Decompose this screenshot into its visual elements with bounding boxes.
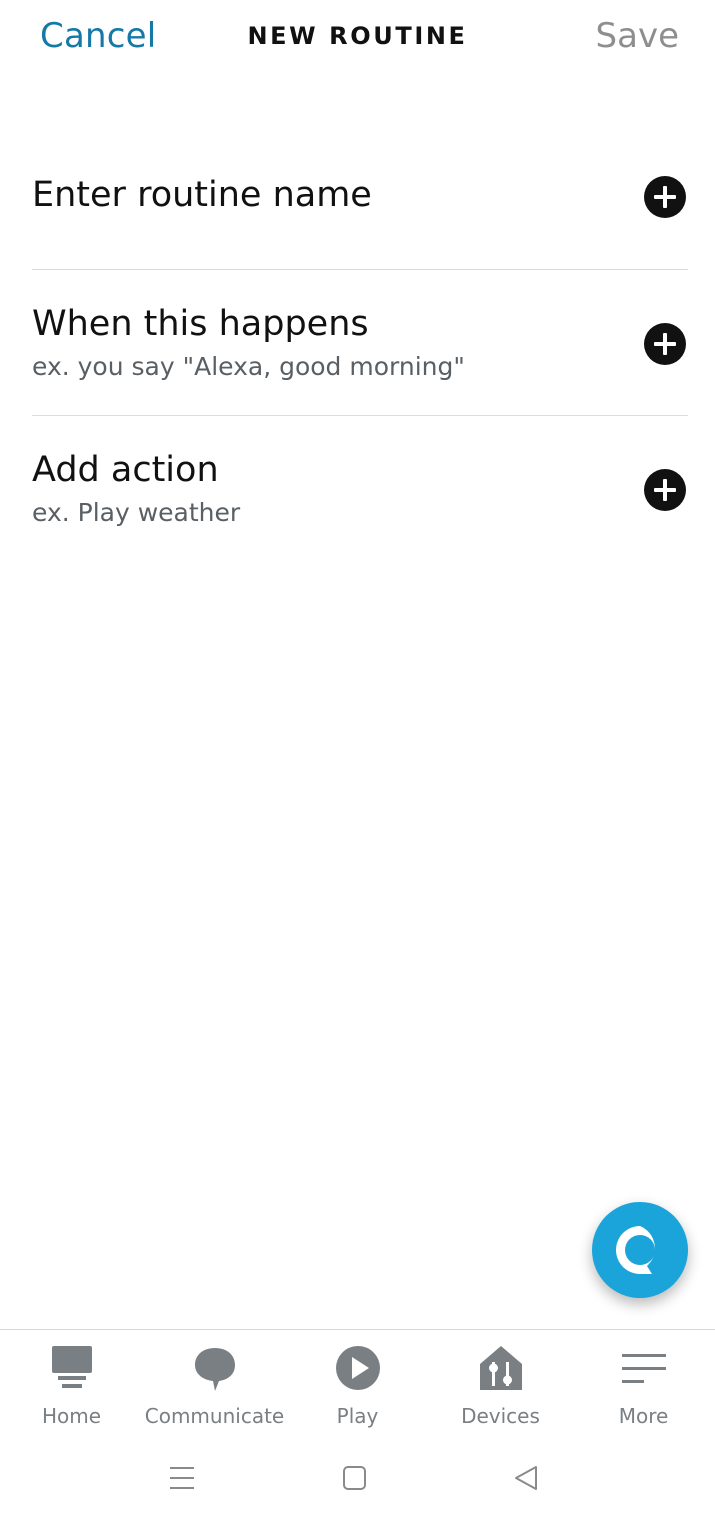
- add-action-plus-icon[interactable]: [644, 469, 686, 511]
- add-routine-name-plus-icon[interactable]: [644, 176, 686, 218]
- speech-bubble-icon: [194, 1348, 235, 1391]
- home-square-icon[interactable]: [334, 1461, 374, 1495]
- action-row[interactable]: Add action ex. Play weather: [32, 453, 688, 533]
- routine-name-label: Enter routine name: [32, 175, 372, 215]
- nav-play-label: Play: [336, 1404, 379, 1428]
- system-navigation-bar: [0, 1445, 715, 1521]
- nav-communicate[interactable]: Communicate: [143, 1330, 286, 1430]
- play-icon: [335, 1346, 380, 1390]
- alexa-button[interactable]: [592, 1202, 688, 1298]
- devices-house-icon: [479, 1346, 522, 1390]
- new-routine-screen: Cancel NEW ROUTINE Save Enter routine na…: [0, 0, 715, 1521]
- save-button[interactable]: Save: [596, 16, 679, 56]
- top-bar: Cancel NEW ROUTINE Save: [0, 0, 715, 80]
- trigger-hint: ex. you say "Alexa, good morning": [32, 352, 465, 381]
- nav-more[interactable]: More: [572, 1330, 715, 1430]
- nav-more-label: More: [618, 1404, 669, 1428]
- trigger-label: When this happens: [32, 304, 369, 344]
- divider: [32, 269, 688, 270]
- routine-name-row[interactable]: Enter routine name: [32, 175, 688, 238]
- nav-devices[interactable]: Devices: [429, 1330, 572, 1430]
- action-hint: ex. Play weather: [32, 498, 241, 527]
- divider: [32, 415, 688, 416]
- nav-home[interactable]: Home: [0, 1330, 143, 1430]
- trigger-row[interactable]: When this happens ex. you say "Alexa, go…: [32, 307, 688, 387]
- back-triangle-icon[interactable]: [506, 1461, 546, 1495]
- nav-home-label: Home: [41, 1404, 102, 1428]
- nav-communicate-label: Communicate: [144, 1404, 285, 1428]
- nav-devices-label: Devices: [461, 1404, 540, 1428]
- nav-play[interactable]: Play: [286, 1330, 429, 1430]
- recents-icon[interactable]: [162, 1461, 202, 1495]
- home-icon: [51, 1346, 92, 1388]
- add-trigger-plus-icon[interactable]: [644, 323, 686, 365]
- alexa-ring-icon: [616, 1226, 655, 1274]
- bottom-navigation: Home Communicate Play Devices More: [0, 1329, 715, 1442]
- action-label: Add action: [32, 450, 219, 490]
- menu-lines-icon: [621, 1354, 666, 1383]
